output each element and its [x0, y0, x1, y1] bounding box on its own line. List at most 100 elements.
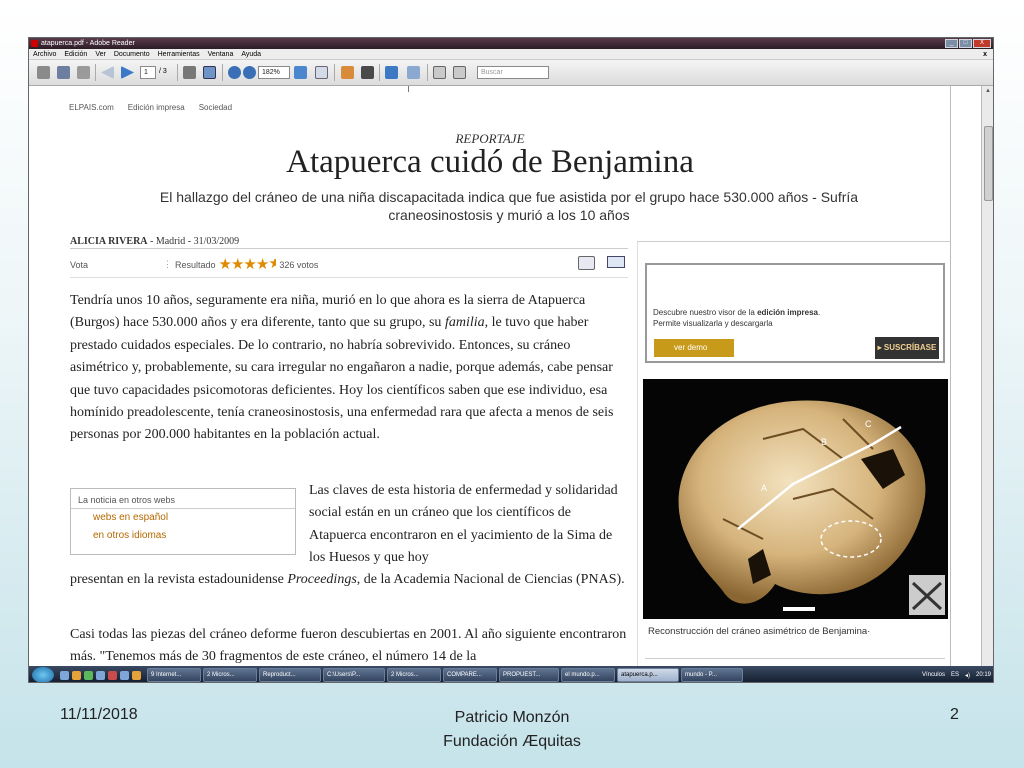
menu-archivo[interactable]: Archivo [33, 49, 56, 59]
scroll-thumb[interactable] [984, 126, 993, 201]
select-tool-icon[interactable] [183, 66, 196, 79]
task-internet[interactable]: 9 Internet... [147, 668, 201, 682]
fit-width-icon[interactable] [294, 66, 307, 79]
task-mundo[interactable]: mundo - P... [681, 668, 743, 682]
fit-page-icon[interactable] [315, 66, 328, 79]
start-button[interactable] [32, 667, 54, 682]
snapshot-icon[interactable] [341, 66, 354, 79]
photo-label-a: A [761, 483, 767, 493]
photo-caption: Reconstrucción del cráneo asimétrico de … [648, 626, 871, 637]
menu-herramientas[interactable]: Herramientas [158, 49, 200, 59]
next-page-icon[interactable] [121, 66, 134, 79]
ad-text: Descubre nuestro visor de la edición imp… [653, 308, 821, 328]
slide-footer: Patricio Monzón Fundación Æquitas [392, 706, 632, 754]
article-subtitle: El hallazgo del cráneo de una niña disca… [159, 189, 859, 223]
nav-elpais[interactable]: ELPAIS.com [69, 103, 114, 112]
quicklaunch-icon[interactable] [96, 670, 105, 680]
zoom-out-icon[interactable] [228, 66, 241, 79]
menu-ventana[interactable]: Ventana [208, 49, 234, 59]
paragraph-2-top: Las claves de esta historia de enfermeda… [309, 483, 618, 566]
windows-taskbar: 9 Internet... 2 Micros... Reproduct... C… [29, 666, 993, 682]
menu-edicion[interactable]: Edición [64, 49, 87, 59]
search-input[interactable]: Buscar [477, 66, 549, 79]
find-icon[interactable] [77, 66, 90, 79]
previous-page-icon[interactable] [101, 66, 114, 79]
zoom-select[interactable]: 182% [258, 66, 290, 79]
task-explorer[interactable]: C:\Users\P... [323, 668, 385, 682]
save-icon[interactable] [57, 66, 70, 79]
view-demo-button[interactable]: ver demo [654, 339, 734, 357]
menu-ver[interactable]: Ver [95, 49, 106, 59]
nav-edicion-impresa[interactable]: Edición impresa [128, 103, 185, 112]
paragraph-3: Casi todas las piezas del cráneo deforme… [70, 627, 627, 665]
skull-photo: A B C [643, 379, 948, 619]
link-otros-idiomas[interactable]: en otros idiomas [71, 527, 295, 545]
task-micros-2[interactable]: 2 Micros... [387, 668, 441, 682]
close-button[interactable]: X [973, 39, 991, 48]
subscribe-button[interactable]: ▸ SUSCRÍBASE [875, 337, 939, 359]
byline: ALICIA RIVERA - Madrid - 31/03/2009 [70, 236, 239, 247]
task-propuesta[interactable]: PROPUEST... [499, 668, 559, 682]
footer-org: Fundación Æquitas [443, 733, 581, 750]
minimize-button[interactable]: _ [945, 39, 958, 48]
vertical-scrollbar[interactable]: ▲ [981, 86, 993, 666]
vote-count: 326 votos [279, 259, 319, 270]
slide-date: 11/11/2018 [60, 706, 138, 723]
window-title: atapuerca.pdf - Adobe Reader [41, 40, 135, 47]
pdf-app-icon [31, 40, 38, 47]
rotate-left-icon[interactable] [433, 66, 446, 79]
zoom-in-icon[interactable] [243, 66, 256, 79]
paragraph-2-bottom: presentan en la revista estadounidense P… [70, 572, 625, 587]
other-webs-title: La noticia en otros webs [71, 489, 295, 509]
print-article-icon[interactable] [578, 256, 595, 270]
vote-label[interactable]: Vota [70, 260, 88, 270]
other-webs-box: La noticia en otros webs webs en español… [70, 488, 296, 555]
task-compare[interactable]: COMPARE... [443, 668, 497, 682]
result-label: Resultado [175, 259, 216, 270]
task-reproductor[interactable]: Reproduct... [259, 668, 321, 682]
print-edition-ad: Descubre nuestro visor de la edición imp… [645, 263, 945, 363]
document-close-button[interactable]: x [983, 49, 987, 60]
document-view: ELPAIS.com Edición impresa Sociedad REPO… [29, 86, 981, 666]
quicklaunch-icon[interactable] [120, 670, 129, 680]
quicklaunch-icon[interactable] [72, 670, 81, 680]
author-name: ALICIA RIVERA [70, 236, 148, 247]
task-atapuerca[interactable]: atapuerca.p... [617, 668, 679, 682]
article-headline: Atapuerca cuidó de Benjamina [286, 144, 694, 180]
menu-documento[interactable]: Documento [114, 49, 150, 59]
nav-sociedad[interactable]: Sociedad [199, 103, 232, 112]
photo-label-c: C [865, 419, 872, 429]
stamp-icon[interactable] [361, 66, 374, 79]
maximize-button[interactable]: □ [959, 39, 972, 48]
paragraph-1: Tendría unos 10 años, seguramente era ni… [70, 293, 614, 443]
quick-launch [60, 670, 141, 680]
rating-stars: ★★★★★ [218, 256, 277, 273]
language-indicator[interactable]: ES [951, 672, 959, 678]
page-number-input[interactable]: 1 [140, 66, 156, 79]
footer-author: Patricio Monzón [454, 709, 570, 726]
single-page-icon[interactable] [385, 66, 398, 79]
clock[interactable]: 20:19 [976, 672, 991, 678]
screenshot-frame: atapuerca.pdf - Adobe Reader _ □ X Archi… [28, 37, 994, 683]
volume-icon[interactable]: ◂) [965, 672, 970, 679]
hand-tool-icon[interactable] [203, 66, 216, 79]
scroll-up-icon[interactable]: ▲ [985, 88, 991, 94]
links-toolbar[interactable]: Vínculos [922, 672, 945, 678]
task-el-mundo[interactable]: el mundo.p... [561, 668, 615, 682]
email-article-icon[interactable] [607, 256, 625, 268]
quicklaunch-icon[interactable] [60, 670, 69, 680]
menu-ayuda[interactable]: Ayuda [241, 49, 261, 59]
print-icon[interactable] [37, 66, 50, 79]
menubar: Archivo Edición Ver Documento Herramient… [29, 49, 993, 60]
rotate-right-icon[interactable] [453, 66, 466, 79]
page-total: / 3 [159, 68, 167, 75]
system-tray: Vínculos ES ◂) 20:19 [922, 672, 993, 679]
photo-label-b: B [821, 437, 827, 447]
quicklaunch-icon[interactable] [84, 670, 93, 680]
quicklaunch-icon[interactable] [108, 670, 117, 680]
continuous-icon[interactable] [407, 66, 420, 79]
link-webs-espanol[interactable]: webs en español [71, 509, 295, 527]
quicklaunch-icon[interactable] [132, 670, 141, 680]
rating-result: ⋮ Resultado ★★★★★ 326 votos [163, 256, 319, 273]
task-micros-1[interactable]: 2 Micros... [203, 668, 257, 682]
